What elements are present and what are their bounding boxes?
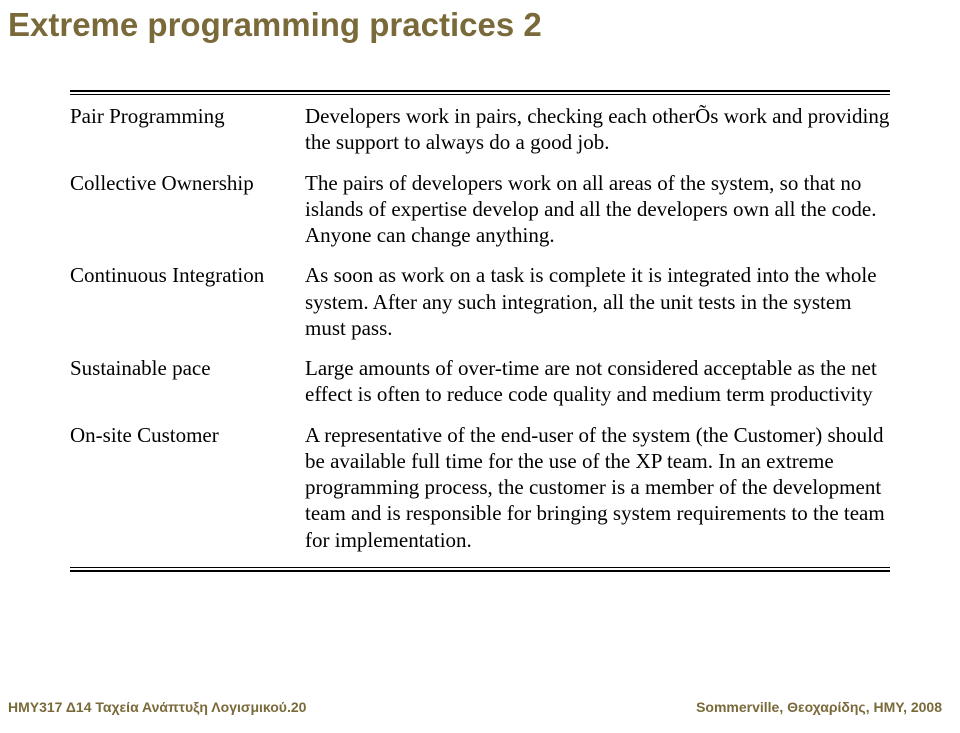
row-desc: Large amounts of over-time are not consi… — [305, 355, 890, 408]
footer-left: ΗΜΥ317 Δ14 Ταχεία Ανάπτυξη Λογισμικού.20 — [8, 699, 306, 715]
slide: Extreme programming practices 2 Pair Pro… — [0, 0, 960, 733]
rule-top-thick — [70, 90, 890, 92]
row-desc: A representative of the end-user of the … — [305, 422, 890, 553]
footer-right: Sommerville, Θεοχαρίδης, ΗΜΥ, 2008 — [696, 699, 942, 715]
table-row: Pair Programming Developers work in pair… — [70, 103, 890, 156]
rule-top-thin — [70, 94, 890, 95]
content-table: Pair Programming Developers work in pair… — [70, 90, 890, 572]
row-label: Pair Programming — [70, 103, 305, 129]
row-label: On-site Customer — [70, 422, 305, 448]
table-row: Sustainable pace Large amounts of over-t… — [70, 355, 890, 408]
rule-bottom-thick — [70, 570, 890, 572]
row-label: Collective Ownership — [70, 170, 305, 196]
row-desc: As soon as work on a task is complete it… — [305, 262, 890, 341]
row-label: Continuous Integration — [70, 262, 305, 288]
row-desc: Developers work in pairs, checking each … — [305, 103, 890, 156]
row-desc: The pairs of developers work on all area… — [305, 170, 890, 249]
table-row: On-site Customer A representative of the… — [70, 422, 890, 553]
row-label: Sustainable pace — [70, 355, 305, 381]
rule-bottom-thin — [70, 567, 890, 568]
slide-title: Extreme programming practices 2 — [8, 6, 542, 44]
table-row: Continuous Integration As soon as work o… — [70, 262, 890, 341]
table-row: Collective Ownership The pairs of develo… — [70, 170, 890, 249]
